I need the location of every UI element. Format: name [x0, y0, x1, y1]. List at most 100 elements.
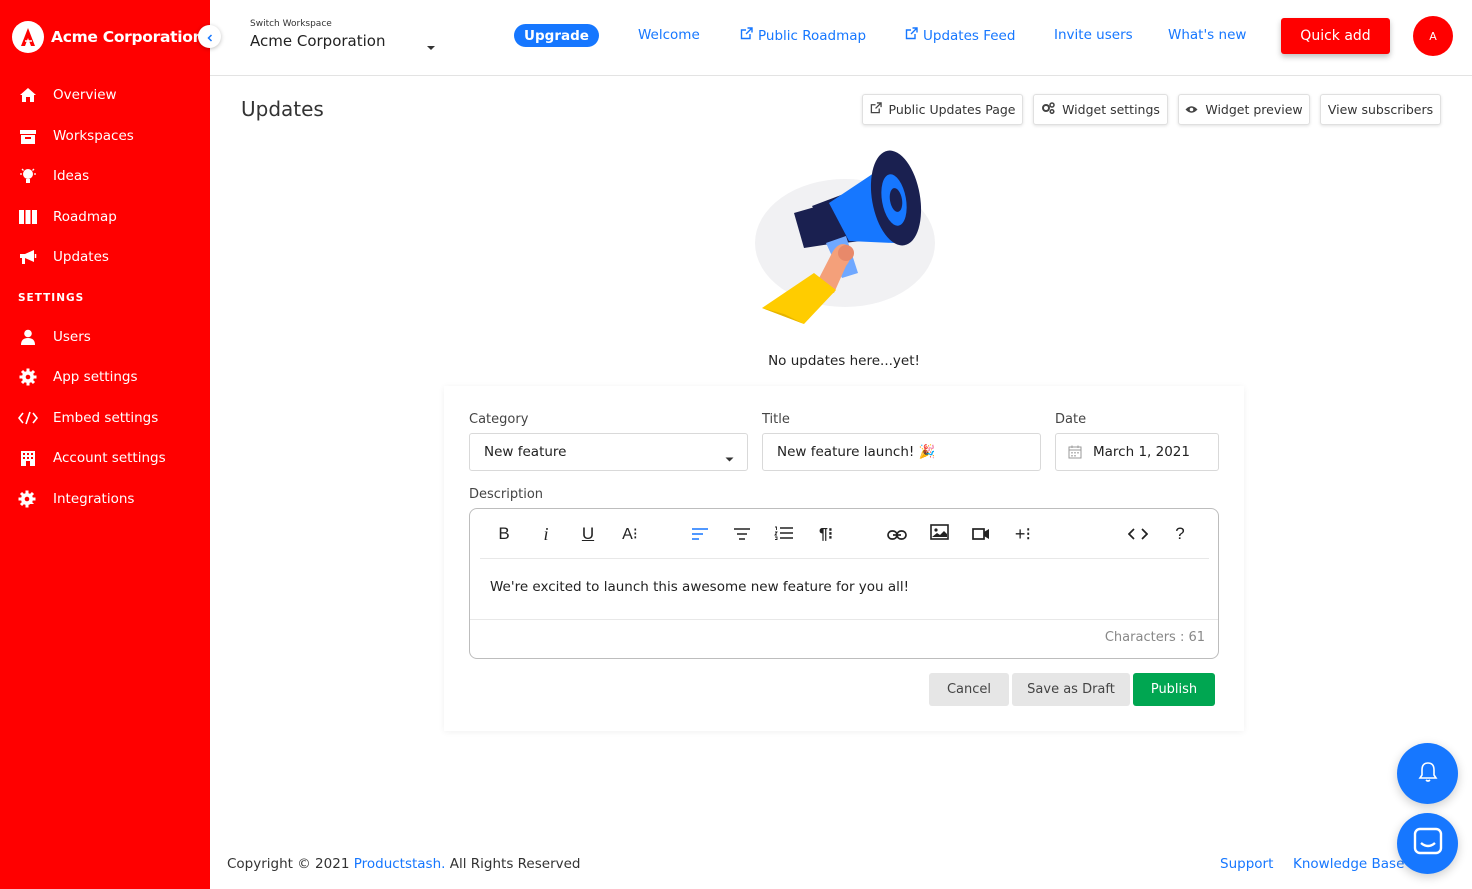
brand-name: Acme Corporation	[51, 28, 204, 46]
support-link[interactable]: Support	[1220, 856, 1273, 872]
sidebar-item-label: Integrations	[53, 491, 135, 507]
description-label: Description	[469, 487, 544, 502]
character-count: Characters : 61	[1104, 630, 1205, 645]
description-editor[interactable]: B i U A⁝ ¶⁝ +⁝ ? We're excited to launch…	[469, 508, 1219, 659]
view-subscribers-button[interactable]: View subscribers	[1320, 94, 1441, 125]
archive-icon	[18, 127, 38, 145]
upgrade-button[interactable]: Upgrade	[514, 24, 599, 47]
switch-workspace-label: Switch Workspace	[250, 19, 332, 29]
chat-widget-button[interactable]	[1397, 813, 1458, 874]
font-size-button[interactable]: A⁝	[616, 523, 644, 545]
page-title: Updates	[241, 97, 324, 121]
quick-add-button[interactable]: Quick add	[1281, 18, 1390, 54]
productstash-link[interactable]: Productstash.	[354, 856, 446, 872]
ordered-list-icon	[774, 525, 794, 544]
chat-icon	[1413, 827, 1443, 861]
align-center-button[interactable]	[728, 523, 756, 545]
editor-content[interactable]: We're excited to launch this awesome new…	[490, 579, 909, 595]
ordered-list-button[interactable]	[770, 523, 798, 545]
user-icon	[18, 328, 38, 346]
sidebar-item-overview[interactable]: Overview	[0, 80, 210, 110]
code-icon	[18, 409, 38, 427]
underline-icon: U	[581, 524, 595, 543]
help-icon: ?	[1175, 524, 1185, 543]
bold-icon: B	[498, 524, 510, 543]
paragraph-format-button[interactable]: ¶⁝	[812, 523, 840, 545]
collapse-sidebar-button[interactable]	[198, 25, 221, 48]
gear-icon	[18, 368, 38, 386]
sidebar-item-label: Updates	[53, 249, 109, 265]
public-updates-page-button[interactable]: Public Updates Page	[862, 94, 1023, 125]
sidebar-item-roadmap[interactable]: Roadmap	[0, 202, 210, 232]
invite-users-link[interactable]: Invite users	[1054, 27, 1133, 43]
public-roadmap-link[interactable]: Public Roadmap	[740, 27, 866, 44]
insert-link-button[interactable]	[883, 523, 911, 545]
home-icon	[18, 86, 38, 104]
widget-settings-button[interactable]: Widget settings	[1033, 94, 1168, 125]
sidebar-item-workspaces[interactable]: Workspaces	[0, 121, 210, 151]
lightbulb-icon	[18, 167, 38, 185]
external-link-icon	[905, 27, 918, 44]
eye-icon	[1185, 102, 1198, 117]
sidebar-item-label: Embed settings	[53, 410, 159, 426]
bold-button[interactable]: B	[490, 523, 518, 545]
sidebar-item-app-settings[interactable]: App settings	[0, 362, 210, 392]
video-icon	[972, 525, 990, 544]
sidebar-item-users[interactable]: Users	[0, 322, 210, 352]
avatar[interactable]: A	[1413, 16, 1453, 56]
image-icon	[929, 524, 949, 544]
sidebar-item-label: Workspaces	[53, 128, 134, 144]
caret-down-icon	[725, 450, 734, 466]
italic-button[interactable]: i	[532, 523, 560, 545]
publish-button[interactable]: Publish	[1133, 673, 1215, 706]
empty-state-text: No updates here...yet!	[768, 353, 920, 369]
brand[interactable]: Acme Corporation	[12, 21, 204, 53]
building-icon	[18, 449, 38, 467]
insert-image-button[interactable]	[925, 523, 953, 545]
toolbar-divider	[480, 558, 1209, 559]
topbar: Switch Workspace Acme Corporation Upgrad…	[210, 0, 1472, 76]
underline-button[interactable]: U	[574, 523, 602, 545]
cogs-icon	[1041, 102, 1055, 117]
sidebar-item-label: Overview	[53, 87, 117, 103]
title-input[interactable]: New feature launch! 🎉	[762, 433, 1041, 471]
insert-video-button[interactable]	[967, 523, 995, 545]
title-label: Title	[762, 412, 790, 427]
sidebar: Acme Corporation Overview Workspaces Ide…	[0, 0, 210, 889]
knowledge-base-link[interactable]: Knowledge Base	[1293, 856, 1404, 872]
sidebar-item-ideas[interactable]: Ideas	[0, 161, 210, 191]
paragraph-icon: ¶⁝	[819, 526, 833, 543]
sidebar-item-label: Roadmap	[53, 209, 117, 225]
align-center-icon	[733, 525, 751, 544]
editor-footer-divider	[470, 619, 1218, 620]
columns-icon	[18, 208, 38, 226]
date-picker[interactable]: March 1, 2021	[1055, 433, 1219, 471]
widget-preview-button[interactable]: Widget preview	[1178, 94, 1310, 125]
external-link-icon	[870, 102, 882, 117]
align-left-button[interactable]	[686, 523, 714, 545]
updates-feed-link[interactable]: Updates Feed	[905, 27, 1015, 44]
notifications-button[interactable]	[1397, 743, 1458, 804]
save-draft-button[interactable]: Save as Draft	[1012, 673, 1130, 706]
code-view-button[interactable]	[1124, 523, 1152, 545]
calendar-icon	[1068, 445, 1082, 459]
caret-down-icon[interactable]	[426, 36, 436, 55]
code-view-icon	[1127, 525, 1149, 544]
megaphone-icon	[18, 248, 38, 266]
sidebar-item-updates[interactable]: Updates	[0, 242, 210, 272]
sidebar-item-label: Ideas	[53, 168, 90, 184]
sidebar-item-label: Account settings	[53, 450, 166, 466]
whats-new-link[interactable]: What's new	[1168, 27, 1246, 43]
welcome-link[interactable]: Welcome	[638, 27, 700, 43]
sidebar-item-embed-settings[interactable]: Embed settings	[0, 403, 210, 433]
sidebar-item-integrations[interactable]: Integrations	[0, 484, 210, 514]
plus-icon: +⁝	[1014, 523, 1032, 544]
workspace-selector[interactable]: Acme Corporation	[250, 32, 385, 50]
category-select[interactable]: New feature	[469, 433, 748, 471]
help-button[interactable]: ?	[1166, 523, 1194, 545]
cancel-button[interactable]: Cancel	[929, 673, 1009, 706]
italic-icon: i	[543, 523, 549, 544]
settings-heading: SETTINGS	[18, 292, 85, 304]
insert-more-button[interactable]: +⁝	[1009, 523, 1037, 545]
sidebar-item-account-settings[interactable]: Account settings	[0, 443, 210, 473]
